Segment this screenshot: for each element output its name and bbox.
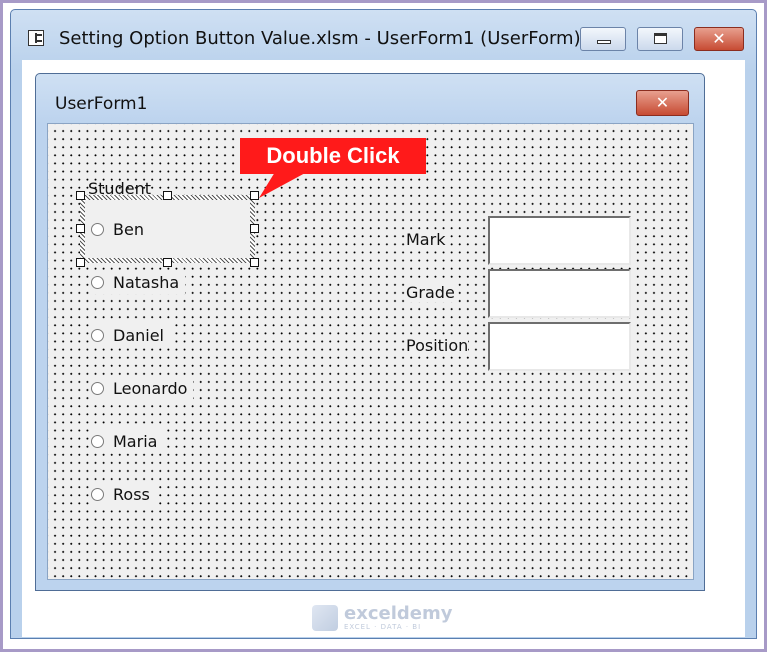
radio-icon[interactable] [91, 381, 104, 395]
close-button[interactable]: ✕ [694, 27, 744, 51]
textbox-grade[interactable] [488, 269, 631, 318]
maximize-button[interactable] [637, 27, 683, 51]
watermark-tagline: EXCEL · DATA · BI [344, 623, 422, 631]
exceldemy-logo-icon [312, 605, 338, 631]
exceldemy-watermark: exceldemy EXCEL · DATA · BI [312, 605, 452, 631]
option-label: Leonardo [113, 378, 188, 398]
callout-pointer [259, 172, 307, 198]
resize-handle-s[interactable] [163, 258, 172, 267]
double-click-callout: Double Click [240, 138, 426, 174]
vba-designer-window: Setting Option Button Value.xlsm - UserF… [10, 9, 757, 639]
option-button-maria[interactable]: Maria [91, 429, 164, 453]
watermark-brand: exceldemy [344, 603, 453, 624]
radio-icon[interactable] [91, 275, 104, 289]
minimize-icon [597, 40, 611, 44]
resize-handle-sw[interactable] [76, 258, 85, 267]
userform-design-canvas[interactable]: Student Ben Natasha Daniel Leonardo Mari… [47, 123, 694, 580]
option-label: Daniel [113, 325, 164, 345]
resize-handle-w[interactable] [76, 224, 85, 233]
textbox-mark[interactable] [488, 216, 631, 265]
option-button-leonardo[interactable]: Leonardo [91, 376, 194, 400]
userform-designer-icon [28, 30, 44, 46]
minimize-button[interactable] [580, 27, 626, 51]
label-grade: Grade [406, 283, 455, 302]
frame-label-student: Student [88, 179, 151, 198]
option-button-ross[interactable]: Ross [91, 482, 156, 506]
resize-handle-n[interactable] [163, 191, 172, 200]
maximize-icon [654, 33, 667, 44]
resize-handle-nw[interactable] [76, 191, 85, 200]
userform-title: UserForm1 [55, 94, 148, 114]
option-button-daniel[interactable]: Daniel [91, 323, 170, 347]
radio-icon[interactable] [91, 434, 104, 448]
resize-handle-se[interactable] [250, 258, 259, 267]
textbox-position[interactable] [488, 322, 631, 371]
userform-close-button[interactable]: ✕ [636, 90, 689, 116]
label-position: Position [406, 336, 469, 355]
option-button-natasha[interactable]: Natasha [91, 270, 186, 294]
outer-titlebar[interactable]: Setting Option Button Value.xlsm - UserF… [11, 10, 756, 62]
callout-pointer-shape [259, 172, 307, 198]
radio-icon[interactable] [91, 328, 104, 342]
close-icon: ✕ [655, 93, 670, 112]
option-label: Ben [113, 219, 144, 239]
close-icon: ✕ [712, 29, 726, 48]
resize-handle-e[interactable] [250, 224, 259, 233]
radio-icon[interactable] [91, 487, 104, 501]
option-label: Natasha [113, 272, 180, 292]
label-mark: Mark [406, 230, 446, 249]
radio-icon[interactable] [91, 222, 104, 236]
option-button-ben[interactable]: Ben [91, 217, 150, 241]
outer-window-title: Setting Option Button Value.xlsm - UserF… [59, 28, 581, 49]
option-label: Ross [113, 484, 150, 504]
option-label: Maria [113, 431, 158, 451]
